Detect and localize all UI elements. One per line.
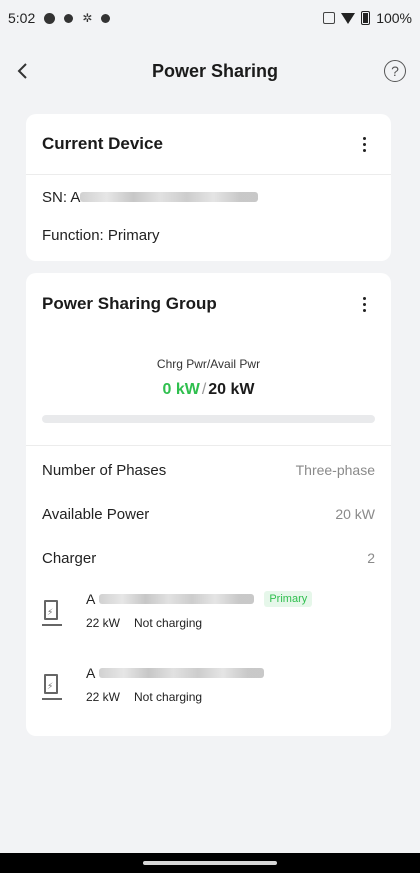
charger-count-label: Charger (42, 549, 97, 567)
app-header: Power Sharing ? (0, 36, 420, 106)
serial-number-label: SN: A (42, 188, 81, 206)
charger-power: 22 kW (86, 690, 121, 704)
kebab-dot-icon (362, 142, 366, 146)
ev-charger-icon: ⚡ (42, 674, 62, 700)
kebab-dot-icon (362, 302, 366, 306)
charger-count-row: Charger 2 (26, 536, 391, 580)
power-progress-bar (42, 415, 375, 423)
system-nav-bar (0, 853, 420, 873)
function-row: Function: Primary (26, 215, 391, 261)
phases-value: Three-phase (295, 462, 375, 478)
available-power-total: 20 kW (208, 381, 255, 398)
power-sharing-group-card: Power Sharing Group Chrg Pwr/Avail Pwr 0… (26, 273, 391, 736)
fan-icon: ✲ (82, 11, 93, 25)
power-label: Chrg Pwr/Avail Pwr (156, 357, 261, 371)
page-title: Power Sharing (151, 60, 279, 81)
group-details: Number of Phases Three-phase Available P… (26, 448, 391, 580)
status-time: 5:02 (8, 10, 36, 26)
current-device-card: Current Device SN: A Function: Primary (26, 114, 391, 261)
charger-name: A (86, 591, 96, 607)
charger-count-value: 2 (367, 550, 375, 566)
charger-power: 22 kW (86, 616, 121, 630)
kebab-dot-icon (362, 136, 366, 140)
vibrate-icon (323, 12, 336, 24)
kebab-dot-icon (362, 308, 366, 312)
g-pay-icon (44, 12, 56, 24)
charger-name: A (86, 665, 96, 681)
charger-status: Not charging (134, 616, 203, 630)
chevron-left-icon (17, 63, 27, 79)
question-circle-icon: ? (391, 63, 399, 79)
wifi-icon (341, 12, 356, 24)
power-values: 0 kW/20 kW (26, 381, 391, 399)
back-button[interactable] (16, 56, 46, 86)
group-title: Power Sharing Group (42, 294, 217, 313)
charger-name-redacted (99, 668, 265, 678)
battery-icon (361, 11, 371, 25)
available-power-value: 20 kW (335, 506, 375, 522)
available-power-label: Available Power (42, 505, 150, 523)
group-more-button[interactable] (355, 293, 373, 315)
status-bar: 5:02 ✲ 100% (0, 0, 420, 36)
phases-row: Number of Phases Three-phase (26, 448, 391, 492)
dot-icon (64, 13, 74, 23)
help-button[interactable]: ? (384, 60, 406, 82)
charging-power: 0 kW (162, 381, 200, 398)
current-device-more-button[interactable] (355, 133, 373, 155)
function-text: Function: Primary (42, 226, 160, 244)
available-power-row: Available Power 20 kW (26, 492, 391, 536)
phases-label: Number of Phases (42, 461, 167, 479)
kebab-dot-icon (362, 148, 366, 152)
kebab-dot-icon (362, 296, 366, 300)
serial-number-redacted (80, 192, 259, 202)
battery-percent: 100% (376, 10, 412, 26)
charger-item[interactable]: ⚡ A 22 kW Not charging (26, 664, 391, 726)
power-separator: / (201, 381, 207, 398)
charger-item[interactable]: ⚡ A Primary 22 kW Not charging (26, 590, 391, 664)
serial-number-row: SN: A (26, 175, 391, 215)
ev-charger-icon: ⚡ (42, 600, 62, 626)
primary-badge: Primary (264, 591, 313, 607)
home-gesture-handle[interactable] (143, 861, 277, 865)
dot-icon (101, 13, 111, 23)
current-device-title: Current Device (42, 134, 163, 153)
charger-name-redacted (99, 594, 255, 604)
charger-status: Not charging (134, 690, 203, 704)
